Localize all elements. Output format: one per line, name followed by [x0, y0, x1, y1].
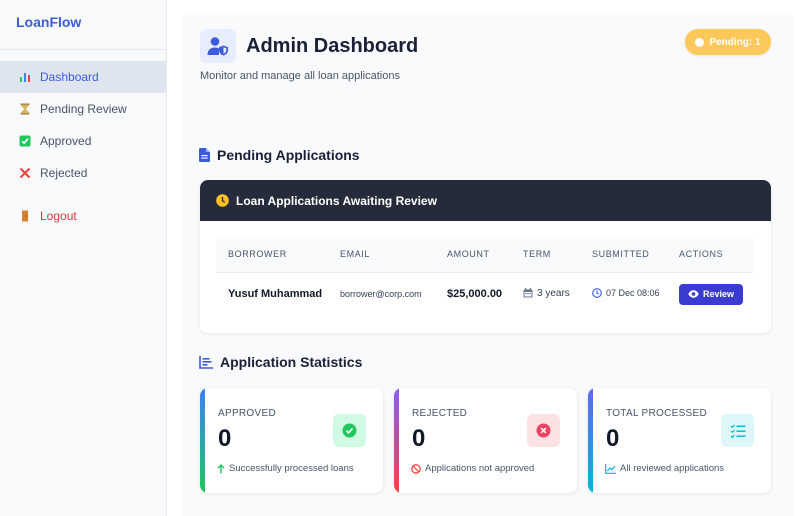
- borrower-name: Yusuf Muhammad: [228, 288, 323, 301]
- column-header-email: EMAIL: [328, 237, 435, 273]
- submitted-date: 07 Dec 08:06: [606, 287, 660, 298]
- sidebar-item-dashboard[interactable]: Dashboard: [0, 61, 166, 93]
- page-subtitle: Monitor and manage all loan applications: [200, 70, 400, 82]
- document-icon: [199, 148, 210, 162]
- brand-logo[interactable]: LoanFlow: [0, 0, 166, 50]
- card-title: Loan Applications Awaiting Review: [236, 193, 437, 208]
- stat-accent-bar: [588, 388, 593, 493]
- sidebar-item-rejected[interactable]: Rejected: [0, 157, 166, 189]
- column-header-term: TERM: [511, 237, 580, 273]
- column-header-actions: ACTIONS: [667, 237, 753, 273]
- x-icon: [18, 166, 32, 180]
- eye-icon: [688, 290, 699, 298]
- stat-card-rejected: REJECTED 0 Applications not approved: [394, 388, 577, 493]
- user-shield-icon: [200, 29, 236, 63]
- main-content: Admin Dashboard Monitor and manage all l…: [182, 13, 794, 516]
- sidebar-item-label: Logout: [40, 209, 77, 223]
- x-circle-icon: [527, 414, 560, 447]
- pending-count-badge[interactable]: Pending: 1: [685, 29, 771, 55]
- stat-label: REJECTED: [412, 408, 468, 419]
- stat-label: APPROVED: [218, 408, 276, 419]
- column-header-borrower: BORROWER: [216, 237, 328, 273]
- chart-icon: [199, 355, 213, 369]
- borrower-email: borrower@corp.com: [340, 289, 422, 300]
- sidebar-item-label: Dashboard: [40, 70, 99, 84]
- check-box-icon: [18, 134, 32, 148]
- sidebar: LoanFlow Dashboard Pending Review Approv…: [0, 0, 167, 516]
- stat-footer: Applications not approved: [411, 463, 534, 474]
- pending-badge-label: Pending: 1: [709, 36, 761, 48]
- sidebar-item-approved[interactable]: Approved: [0, 125, 166, 157]
- bar-chart-icon: [18, 70, 32, 84]
- loan-term-cell: 3 years: [511, 272, 580, 316]
- arrow-up-icon: [217, 463, 225, 473]
- submitted-cell: 07 Dec 08:06: [580, 272, 667, 316]
- stat-value: 0: [218, 425, 232, 452]
- review-button[interactable]: Review: [679, 283, 743, 305]
- sidebar-item-label: Pending Review: [40, 102, 127, 116]
- stat-value: 0: [606, 425, 620, 452]
- sidebar-item-label: Rejected: [40, 166, 88, 180]
- column-header-amount: AMOUNT: [435, 237, 511, 273]
- stat-accent-bar: [394, 388, 399, 493]
- clock-icon: [592, 287, 602, 298]
- sidebar-item-label: Approved: [40, 134, 92, 148]
- table-header-row: BORROWER EMAIL AMOUNT TERM SUBMITTED ACT…: [216, 237, 753, 273]
- checklist-icon: [721, 414, 754, 447]
- ban-icon: [411, 463, 421, 474]
- calendar-icon: [523, 288, 533, 298]
- sidebar-nav: Dashboard Pending Review Approved Reject…: [0, 50, 166, 232]
- loan-term: 3 years: [537, 287, 570, 299]
- door-icon: [18, 209, 32, 223]
- hourglass-icon: [18, 102, 32, 116]
- sidebar-item-pending-review[interactable]: Pending Review: [0, 93, 166, 125]
- loan-amount: $25,000.00: [447, 288, 503, 301]
- pending-applications-card: Loan Applications Awaiting Review BORROW…: [200, 180, 771, 333]
- actions-cell: Review: [667, 272, 753, 316]
- applications-table: BORROWER EMAIL AMOUNT TERM SUBMITTED ACT…: [216, 237, 753, 316]
- table-row: Yusuf Muhammad borrower@corp.com $25,000…: [216, 272, 753, 316]
- stat-accent-bar: [200, 388, 205, 493]
- card-header: Loan Applications Awaiting Review: [200, 180, 771, 221]
- clock-icon: [695, 37, 705, 47]
- stat-footer: All reviewed applications: [605, 463, 724, 474]
- clock-icon: [216, 194, 229, 207]
- stat-label: TOTAL PROCESSED: [606, 408, 708, 419]
- sidebar-item-logout[interactable]: Logout: [0, 200, 166, 232]
- stat-card-approved: APPROVED 0 Successfully processed loans: [200, 388, 383, 493]
- line-chart-icon: [605, 463, 616, 474]
- statistics-section-title: Application Statistics: [199, 354, 362, 370]
- check-circle-icon: [333, 414, 366, 447]
- column-header-submitted: SUBMITTED: [580, 237, 667, 273]
- page-title: Admin Dashboard: [246, 35, 419, 57]
- stat-value: 0: [412, 425, 426, 452]
- pending-section-title: Pending Applications: [199, 147, 360, 163]
- review-button-label: Review: [702, 289, 735, 300]
- stat-footer: Successfully processed loans: [217, 463, 354, 474]
- stat-card-total-processed: TOTAL PROCESSED 0 All reviewed applicati…: [588, 388, 771, 493]
